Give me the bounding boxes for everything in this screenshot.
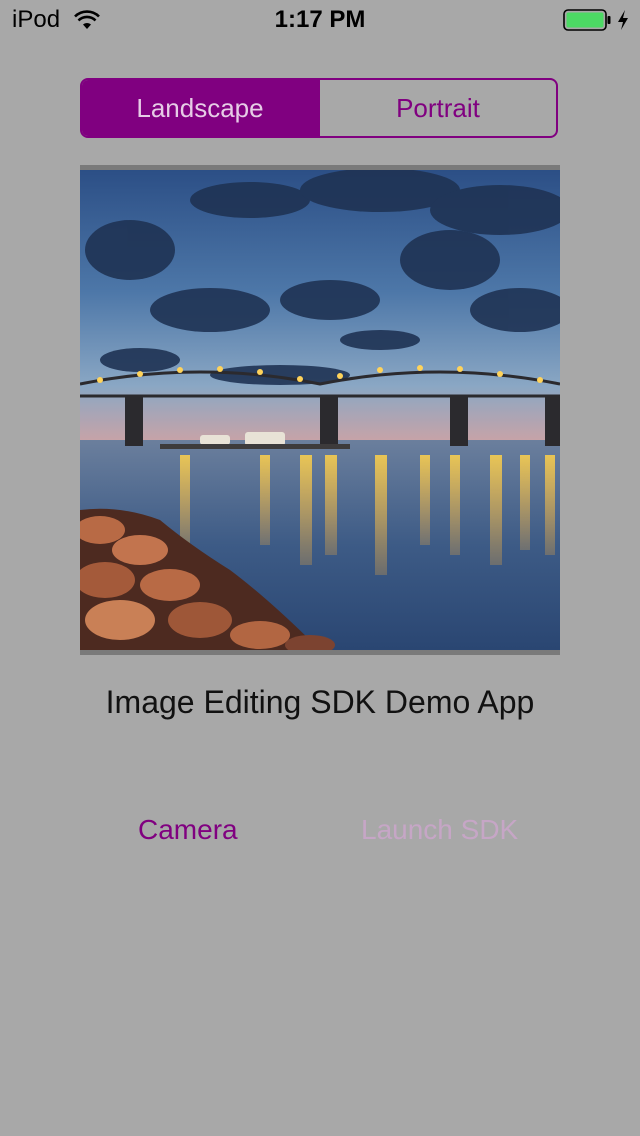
app-title: Image Editing SDK Demo App <box>105 684 535 720</box>
segment-portrait[interactable]: Portrait <box>318 80 556 136</box>
segment-landscape[interactable]: Landscape <box>82 80 318 136</box>
status-bar: iPod 1:17 PM <box>0 0 640 40</box>
clock-time: 1:17 PM <box>274 6 366 33</box>
preview-image-frame <box>80 165 560 655</box>
segment-portrait-label: Portrait <box>396 92 480 123</box>
orientation-segmented-control[interactable]: Landscape Portrait <box>80 78 558 138</box>
charging-bolt-icon <box>618 10 628 30</box>
segment-landscape-label: Landscape <box>136 92 264 123</box>
bridge-at-dusk-photo <box>80 170 560 650</box>
battery-full-icon <box>563 9 611 31</box>
launch-sdk-button[interactable]: Launch SDK <box>361 814 518 846</box>
camera-button[interactable]: Camera <box>138 814 238 846</box>
